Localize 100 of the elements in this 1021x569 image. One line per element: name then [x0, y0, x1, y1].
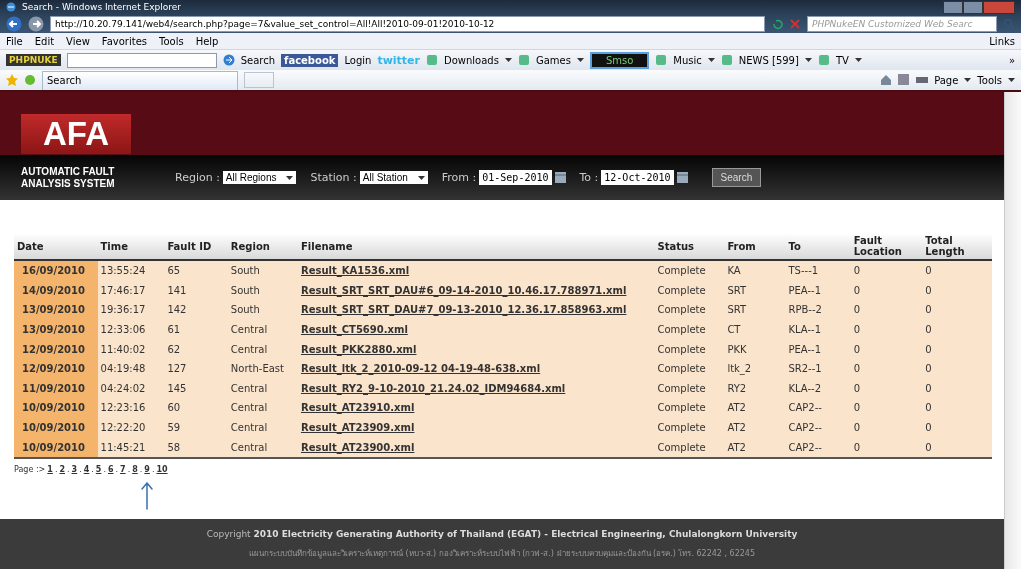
browser-tab[interactable]: Search	[42, 70, 238, 90]
search-button[interactable]: Search	[240, 54, 276, 66]
page-separator: .	[103, 464, 106, 474]
filter-label: Station :	[310, 171, 357, 184]
table-cell: AT2	[724, 398, 786, 418]
caret-icon[interactable]	[1008, 78, 1015, 82]
table-cell: Complete	[654, 417, 725, 438]
links-button[interactable]: Links	[989, 35, 1015, 47]
command-button[interactable]: Page	[934, 74, 959, 86]
page-link[interactable]: 7	[120, 464, 126, 474]
refresh-icon[interactable]	[771, 17, 783, 30]
page-link[interactable]: 1	[47, 464, 53, 474]
back-icon[interactable]	[6, 15, 22, 32]
menu-item[interactable]: Favorites	[101, 35, 147, 47]
menu-item[interactable]: File	[6, 35, 23, 47]
menu-item[interactable]: View	[66, 35, 90, 47]
table-cell: Complete	[654, 319, 725, 340]
table-cell: 16/09/2010	[14, 260, 98, 281]
scrollbar[interactable]	[1004, 92, 1021, 569]
search-button[interactable]: Search	[711, 168, 762, 187]
radio-player[interactable]: Smso	[589, 51, 650, 69]
caret-icon[interactable]	[804, 58, 812, 62]
arrow-circle-icon[interactable]	[222, 54, 235, 66]
toolbar-menu[interactable]: Downloads	[444, 54, 499, 66]
browser-icon[interactable]	[6, 2, 16, 12]
caret-icon[interactable]	[417, 175, 425, 180]
login-link[interactable]: Login	[344, 54, 372, 66]
dropdown[interactable]: All Station	[359, 171, 428, 184]
table-cell: SRT	[724, 300, 786, 320]
page-link[interactable]: 3	[71, 464, 78, 474]
file-link[interactable]: Result_SRT_SRT_DAU#7_09-13-2010_12.36.17.858963.xml	[297, 300, 655, 320]
toolbar-search-field[interactable]	[66, 52, 217, 68]
table-cell: 19:36:17	[97, 300, 165, 320]
caret-icon[interactable]	[964, 78, 972, 82]
file-link[interactable]: Result_PKK2880.xml	[297, 339, 655, 359]
file-link[interactable]: Result_KA1536.xml	[297, 260, 655, 281]
table-cell: 0	[922, 260, 992, 281]
dropdown[interactable]: All Regions	[222, 171, 297, 184]
page-link[interactable]: 5	[95, 464, 102, 474]
page-link[interactable]: 2	[59, 464, 65, 474]
minimize-button[interactable]	[943, 0, 963, 14]
table-cell: PEA--1	[785, 280, 851, 301]
table-cell: CAP2--	[785, 437, 851, 458]
table-cell: Complete	[654, 358, 725, 379]
caret-icon[interactable]	[854, 58, 862, 62]
page-separator: .	[115, 464, 119, 474]
table-cell: Complete	[654, 339, 725, 359]
table-cell: SR2--1	[785, 358, 851, 379]
toolbar-menu[interactable]: NEWS [599]	[738, 54, 799, 66]
caret-icon[interactable]	[576, 58, 584, 62]
page-separator: .	[79, 464, 82, 474]
menu-item[interactable]: Help	[195, 35, 219, 47]
menu-item[interactable]: Tools	[159, 35, 184, 47]
date-field[interactable]: 12-Oct-2010	[601, 170, 674, 185]
more-button[interactable]: »	[1008, 54, 1015, 66]
file-link[interactable]: Result_AT23910.xml	[297, 398, 655, 418]
table-cell: 11:45:21	[97, 437, 165, 458]
calendar-icon[interactable]	[554, 172, 566, 183]
toolbar-menu[interactable]: Music	[673, 54, 702, 66]
column-header: From	[724, 233, 786, 260]
table-cell: 0	[922, 319, 992, 340]
table-cell: 12/09/2010	[14, 339, 98, 359]
address-field[interactable]: http://10.20.79.141/web4/search.php?page=7&value_set_control=All!All!2010-09-01!2010-10-12	[50, 15, 765, 32]
table-cell: 0	[850, 398, 923, 418]
page-link[interactable]: 10	[156, 464, 168, 474]
table-cell: 60	[164, 398, 228, 418]
command-button[interactable]: Tools	[977, 74, 1002, 86]
table-cell: Complete	[654, 260, 725, 281]
table-cell: 12:23:16	[97, 398, 165, 418]
table-cell: 14/09/2010	[14, 280, 98, 301]
toolbar-menu[interactable]: TV	[835, 54, 849, 66]
page-link[interactable]: 4	[83, 464, 90, 474]
system-name: AUTOMATIC FAULT ANALYSIS SYSTEM	[21, 165, 116, 190]
table-cell: 61	[164, 319, 228, 340]
toolbar-logo[interactable]: PHPNUKE	[6, 54, 61, 66]
table-cell: 0	[922, 358, 992, 379]
caret-icon[interactable]	[707, 58, 715, 62]
toolbar-menu[interactable]: Games	[535, 54, 571, 66]
table-cell: ltk_2	[724, 358, 786, 379]
table-cell: 11/09/2010	[14, 378, 98, 399]
page-link[interactable]: 9	[144, 464, 150, 474]
afa-logo: AFA	[21, 114, 131, 154]
table-cell: CAP2--	[785, 417, 851, 438]
page-link[interactable]: 6	[107, 464, 114, 474]
menu-item[interactable]: Edit	[34, 35, 55, 47]
table-cell: AT2	[724, 437, 786, 458]
favorites-star-icon[interactable]	[6, 74, 18, 86]
table-cell: 0	[922, 300, 992, 320]
page-link[interactable]: 8	[132, 464, 138, 474]
column-header: Time	[97, 233, 165, 260]
calendar-icon[interactable]	[676, 172, 688, 183]
close-button[interactable]	[983, 0, 1015, 14]
file-link[interactable]: Result_AT23900.xml	[297, 437, 655, 458]
caret-icon[interactable]	[286, 175, 294, 180]
date-field[interactable]: 01-Sep-2010	[479, 170, 552, 185]
maximize-button[interactable]	[963, 0, 983, 14]
facebook-button[interactable]: facebook	[281, 53, 339, 67]
forward-icon[interactable]	[28, 15, 44, 32]
home-icon[interactable]	[880, 74, 893, 86]
caret-icon[interactable]	[504, 58, 512, 62]
